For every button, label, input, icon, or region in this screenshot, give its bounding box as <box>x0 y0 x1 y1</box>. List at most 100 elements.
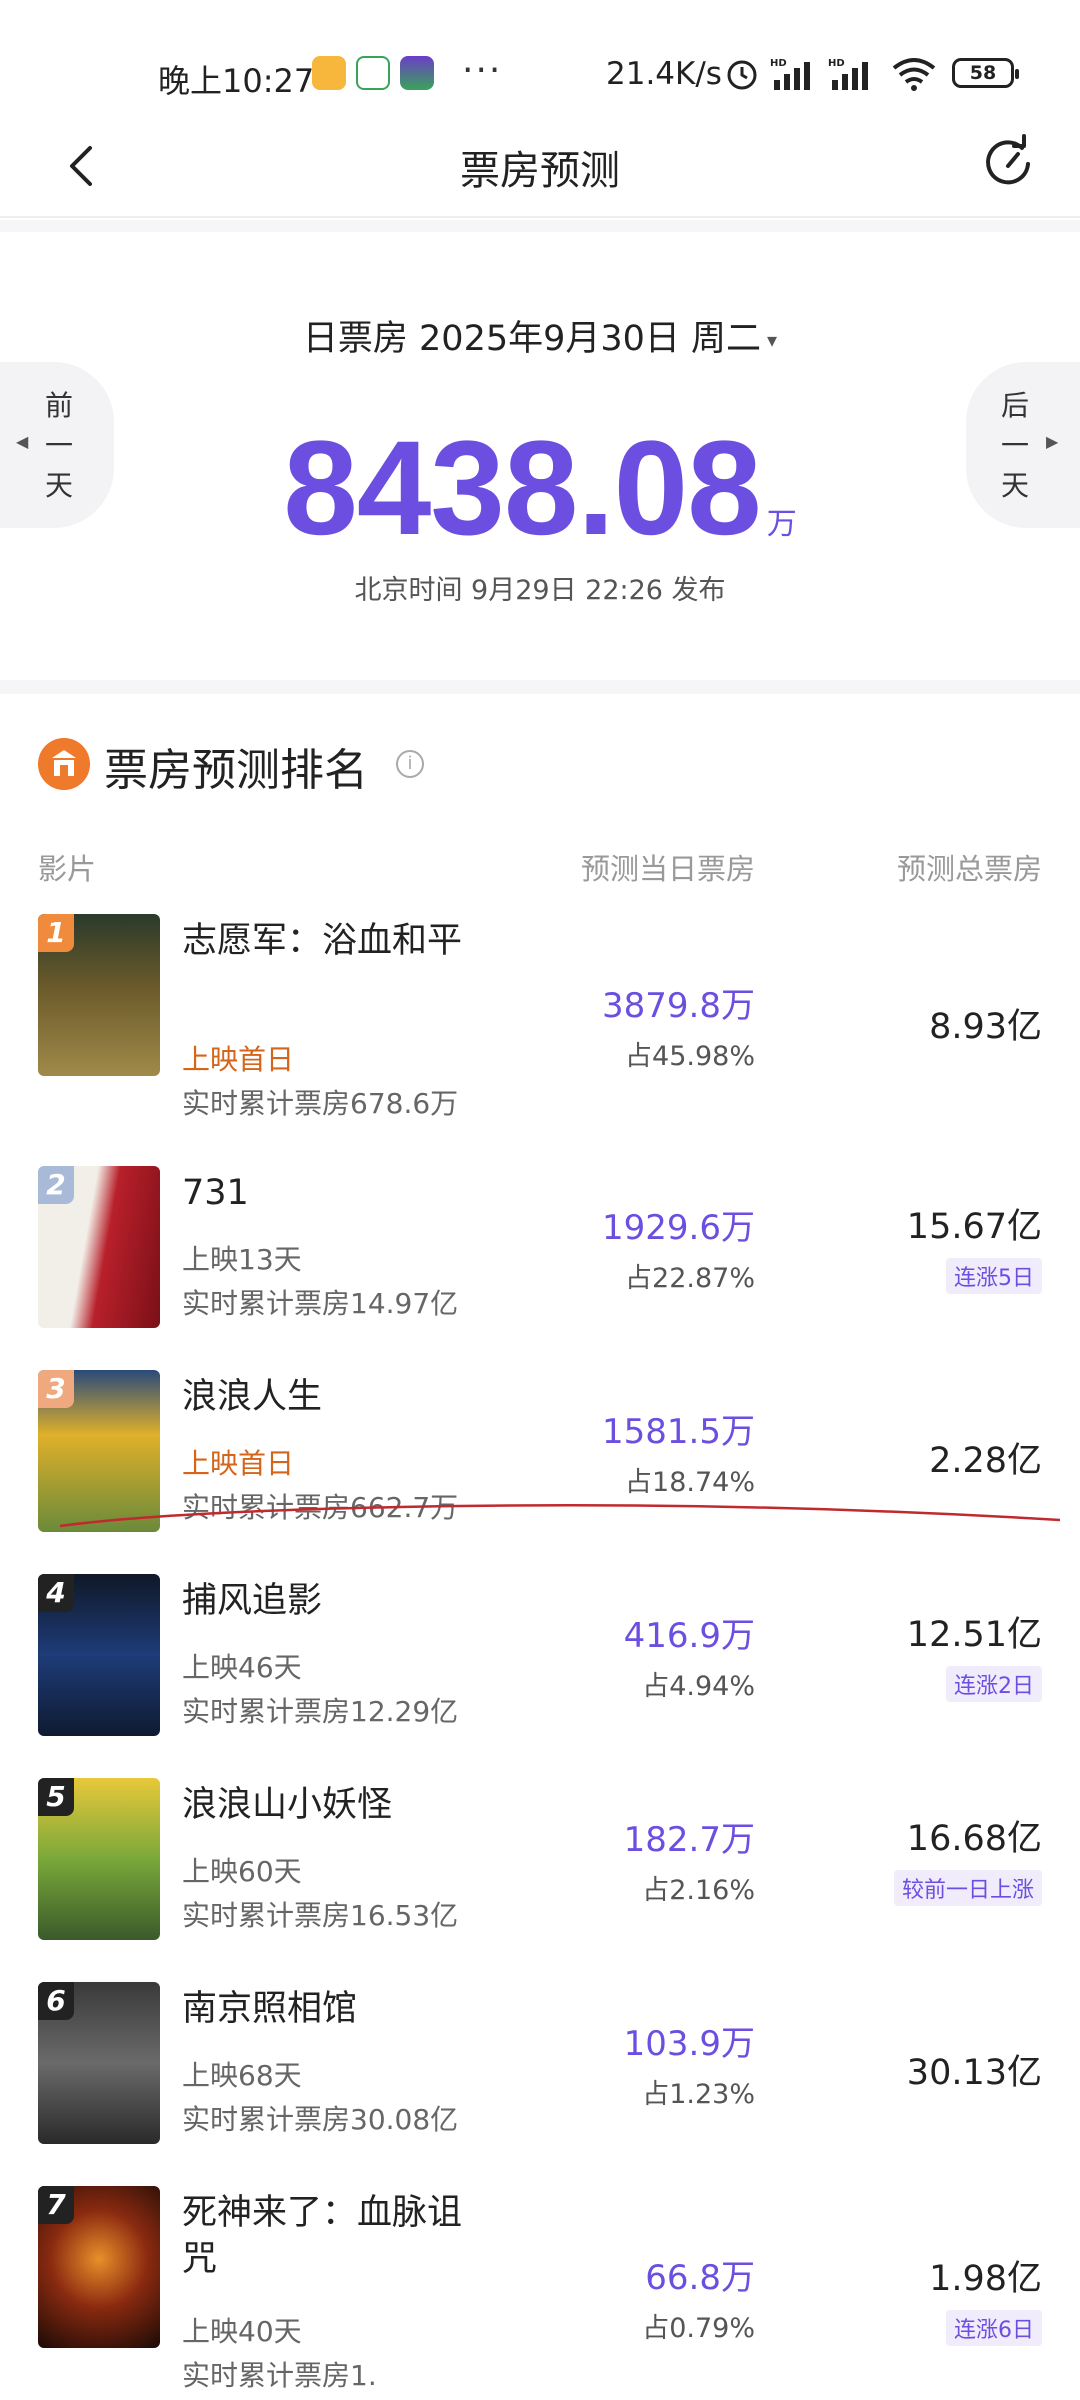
rank-badge: 7 <box>38 2186 74 2224</box>
column-header-film: 影片 <box>38 852 97 886</box>
movie-day-forecast: 182.7万 <box>623 1820 755 1860</box>
status-time: 晚上10:27 <box>158 62 315 100</box>
movie-status: 上映60天 <box>182 1855 302 1888</box>
notification-home-icon <box>356 56 390 90</box>
nav-bar: 票房预测 <box>0 118 1080 218</box>
movie-title: 南京照相馆 <box>182 1989 358 2029</box>
movie-total-forecast: 1.98亿 <box>929 2259 1042 2299</box>
battery-indicator: 58 <box>952 58 1019 88</box>
daily-box-office: 8438.08 万 <box>0 412 1080 565</box>
movie-day-forecast: 1929.6万 <box>602 1208 755 1248</box>
movie-poster: 5 <box>38 1778 160 1940</box>
movie-poster: 2 <box>38 1166 160 1328</box>
movie-status: 上映首日 <box>182 1043 295 1076</box>
movie-share: 占22.87% <box>625 1263 755 1294</box>
movie-cumulative: 实时累计票房14.97亿 <box>182 1287 459 1320</box>
next-day-button[interactable]: 后一天 ▶ <box>966 362 1080 528</box>
svg-text:HD: HD <box>828 58 845 69</box>
movie-total-forecast: 8.93亿 <box>929 1007 1042 1047</box>
movie-cumulative: 实时累计票房678.6万 <box>182 1087 459 1120</box>
movie-poster: 7 <box>38 2186 160 2348</box>
signal-icon-2: HD <box>828 58 868 90</box>
movie-total-forecast: 12.51亿 <box>906 1615 1042 1655</box>
rank-badge: 2 <box>38 1166 74 1204</box>
chevron-left-icon: ◀ <box>16 432 29 451</box>
movie-title: 死神来了：血脉诅咒 <box>182 2193 463 2279</box>
movie-share: 占18.74% <box>625 1467 755 1498</box>
movie-title: 731 <box>182 1173 249 1213</box>
movie-day-forecast: 66.8万 <box>645 2258 755 2298</box>
movie-row[interactable]: 2 731 上映13天 实时累计票房14.97亿 1929.6万 占22.87%… <box>0 1166 1080 1370</box>
movie-row[interactable]: 6 南京照相馆 上映68天 实时累计票房30.08亿 103.9万 占1.23%… <box>0 1982 1080 2186</box>
daily-summary: 日票房 2025年9月30日 周二 ▾ 8438.08 万 北京时间 9月29日 2… <box>0 232 1080 680</box>
movie-row[interactable]: 7 死神来了：血脉诅咒 上映40天 实时累计票房1. 66.8万 占0.79% … <box>0 2186 1080 2400</box>
movie-day-forecast: 3879.8万 <box>602 986 755 1026</box>
daily-box-office-value: 8438.08 <box>283 414 761 563</box>
movie-title: 浪浪山小妖怪 <box>182 1785 393 1825</box>
page-title: 票房预测 <box>460 148 620 194</box>
movie-cumulative: 实时累计票房16.53亿 <box>182 1899 459 1932</box>
movie-share: 占4.94% <box>642 1671 755 1702</box>
movie-title: 浪浪人生 <box>182 1377 323 1417</box>
trend-tag: 较前一日上涨 <box>893 1870 1042 1906</box>
svg-text:HD: HD <box>770 58 787 69</box>
hand-drawn-red-line <box>60 1504 1060 1528</box>
prev-day-label: 前一天 <box>44 389 73 502</box>
alarm-icon <box>727 60 757 90</box>
signal-icon: HD <box>770 58 810 90</box>
info-icon[interactable]: i <box>396 750 424 778</box>
movie-title: 志愿军：浴血和平 <box>182 921 463 961</box>
movie-cumulative: 实时累计票房12.29亿 <box>182 1695 459 1728</box>
movie-poster: 1 <box>38 914 160 1076</box>
column-header-total-forecast: 预测总票房 <box>896 852 1042 886</box>
movie-day-forecast: 416.9万 <box>623 1616 755 1656</box>
divider-2 <box>0 680 1080 694</box>
rank-badge: 5 <box>38 1778 74 1816</box>
movie-title: 捕风追影 <box>182 1581 323 1621</box>
movie-poster: 4 <box>38 1574 160 1736</box>
next-day-label: 后一天 <box>1000 389 1029 502</box>
movie-total-forecast: 15.67亿 <box>906 1207 1042 1247</box>
divider <box>0 220 1080 232</box>
box-office-logo-icon <box>38 738 90 790</box>
chevron-down-icon: ▾ <box>767 328 778 352</box>
movie-total-forecast: 16.68亿 <box>906 1819 1042 1859</box>
movie-status: 上映首日 <box>182 1447 295 1480</box>
column-header-day-forecast: 预测当日票房 <box>580 852 755 886</box>
movie-share: 占2.16% <box>642 1875 755 1906</box>
wifi-icon <box>892 58 936 91</box>
trend-tag: 连涨6日 <box>946 2310 1042 2346</box>
network-speed: 21.4K/s <box>606 56 722 92</box>
movie-row[interactable]: 1 志愿军：浴血和平 上映首日 实时累计票房678.6万 3879.8万 占45… <box>0 914 1080 1120</box>
movie-row[interactable]: 3 浪浪人生 上映首日 实时累计票房662.7万 1581.5万 占18.74%… <box>0 1370 1080 1574</box>
movie-status: 上映46天 <box>182 1651 302 1684</box>
rank-badge: 6 <box>38 1982 74 2020</box>
movie-total-forecast: 2.28亿 <box>929 1441 1042 1481</box>
movie-row[interactable]: 4 捕风追影 上映46天 实时累计票房12.29亿 416.9万 占4.94% … <box>0 1574 1080 1778</box>
movie-cumulative: 实时累计票房1. <box>182 2359 377 2392</box>
trend-tag: 连涨2日 <box>946 1666 1042 1702</box>
rank-badge: 4 <box>38 1574 74 1612</box>
movie-status: 上映40天 <box>182 2315 302 2348</box>
refresh-icon[interactable] <box>978 132 1038 192</box>
movie-poster: 6 <box>38 1982 160 2144</box>
ranking-title: 票房预测排名 <box>104 745 368 796</box>
chevron-right-icon: ▶ <box>1046 432 1059 451</box>
daily-box-office-unit: 万 <box>766 507 797 542</box>
movie-cumulative: 实时累计票房30.08亿 <box>182 2103 459 2136</box>
movie-row[interactable]: 5 浪浪山小妖怪 上映60天 实时累计票房16.53亿 182.7万 占2.16… <box>0 1778 1080 1982</box>
movie-status: 上映13天 <box>182 1243 302 1276</box>
date-selector[interactable]: 日票房 2025年9月30日 周二 ▾ <box>0 310 1080 361</box>
movie-share: 占1.23% <box>642 2079 755 2110</box>
rank-badge: 1 <box>38 914 74 952</box>
notification-game-icon <box>400 56 434 90</box>
more-notifications-icon: ··· <box>462 50 503 91</box>
prev-day-button[interactable]: ◀ 前一天 <box>0 362 114 528</box>
movie-total-forecast: 30.13亿 <box>906 2053 1042 2093</box>
trend-tag: 连涨5日 <box>946 1258 1042 1294</box>
movie-day-forecast: 103.9万 <box>623 2024 755 2064</box>
publish-time: 北京时间 9月29日 22:26 发布 <box>354 575 726 606</box>
movie-day-forecast: 1581.5万 <box>602 1412 755 1452</box>
rank-badge: 3 <box>38 1370 74 1408</box>
notification-app-icon <box>312 56 346 90</box>
